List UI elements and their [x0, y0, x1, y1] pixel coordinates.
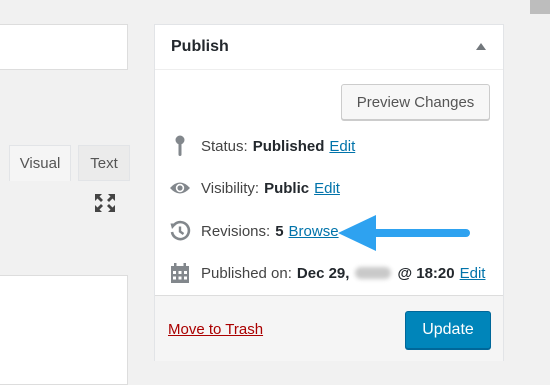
annotation-arrow-icon	[338, 215, 470, 251]
update-button[interactable]: Update	[405, 311, 491, 349]
preview-changes-button[interactable]: Preview Changes	[341, 84, 490, 120]
visibility-edit-link[interactable]: Edit	[314, 180, 340, 197]
revisions-row: Revisions: 5 Browse	[169, 219, 339, 243]
blurred-year	[355, 267, 392, 279]
move-to-trash-link[interactable]: Move to Trash	[168, 321, 263, 338]
scrollbar-thumb[interactable]	[530, 0, 550, 14]
revisions-browse-link[interactable]: Browse	[289, 223, 339, 240]
status-row: Status: Published Edit	[169, 134, 355, 158]
status-label: Status:	[201, 137, 248, 155]
visibility-row: Visibility: Public Edit	[169, 176, 340, 200]
revisions-count: 5	[275, 222, 284, 240]
published-on-label: Published on:	[201, 264, 292, 282]
editor-content-area[interactable]	[0, 275, 128, 385]
tab-visual[interactable]: Visual	[9, 145, 71, 181]
published-on-row: Published on: Dec 29, @ 18:20 Edit	[169, 261, 485, 285]
published-time: @ 18:20	[397, 264, 455, 282]
publish-box: Publish Preview Changes Status: Publishe…	[154, 24, 504, 361]
tab-text[interactable]: Text	[78, 145, 130, 181]
history-icon	[169, 220, 191, 242]
revisions-label: Revisions:	[201, 222, 271, 240]
status-value: Published	[252, 137, 325, 155]
tab-visual-label: Visual	[19, 155, 61, 172]
status-edit-link[interactable]: Edit	[329, 138, 355, 155]
pin-icon	[169, 135, 191, 157]
visibility-value: Public	[264, 179, 310, 197]
published-date: Dec 29,	[296, 264, 350, 282]
publish-actions: Move to Trash Update	[155, 295, 503, 361]
post-title-input[interactable]	[0, 24, 128, 70]
eye-icon	[169, 177, 191, 199]
visibility-label: Visibility:	[201, 179, 260, 197]
collapse-arrow-icon[interactable]	[476, 43, 486, 50]
publish-header[interactable]: Publish	[155, 25, 503, 70]
calendar-icon	[169, 262, 191, 284]
fullscreen-icon[interactable]	[94, 193, 116, 213]
tab-text-label: Text	[90, 154, 118, 172]
publish-title: Publish	[171, 38, 229, 55]
published-on-edit-link[interactable]: Edit	[460, 265, 486, 282]
